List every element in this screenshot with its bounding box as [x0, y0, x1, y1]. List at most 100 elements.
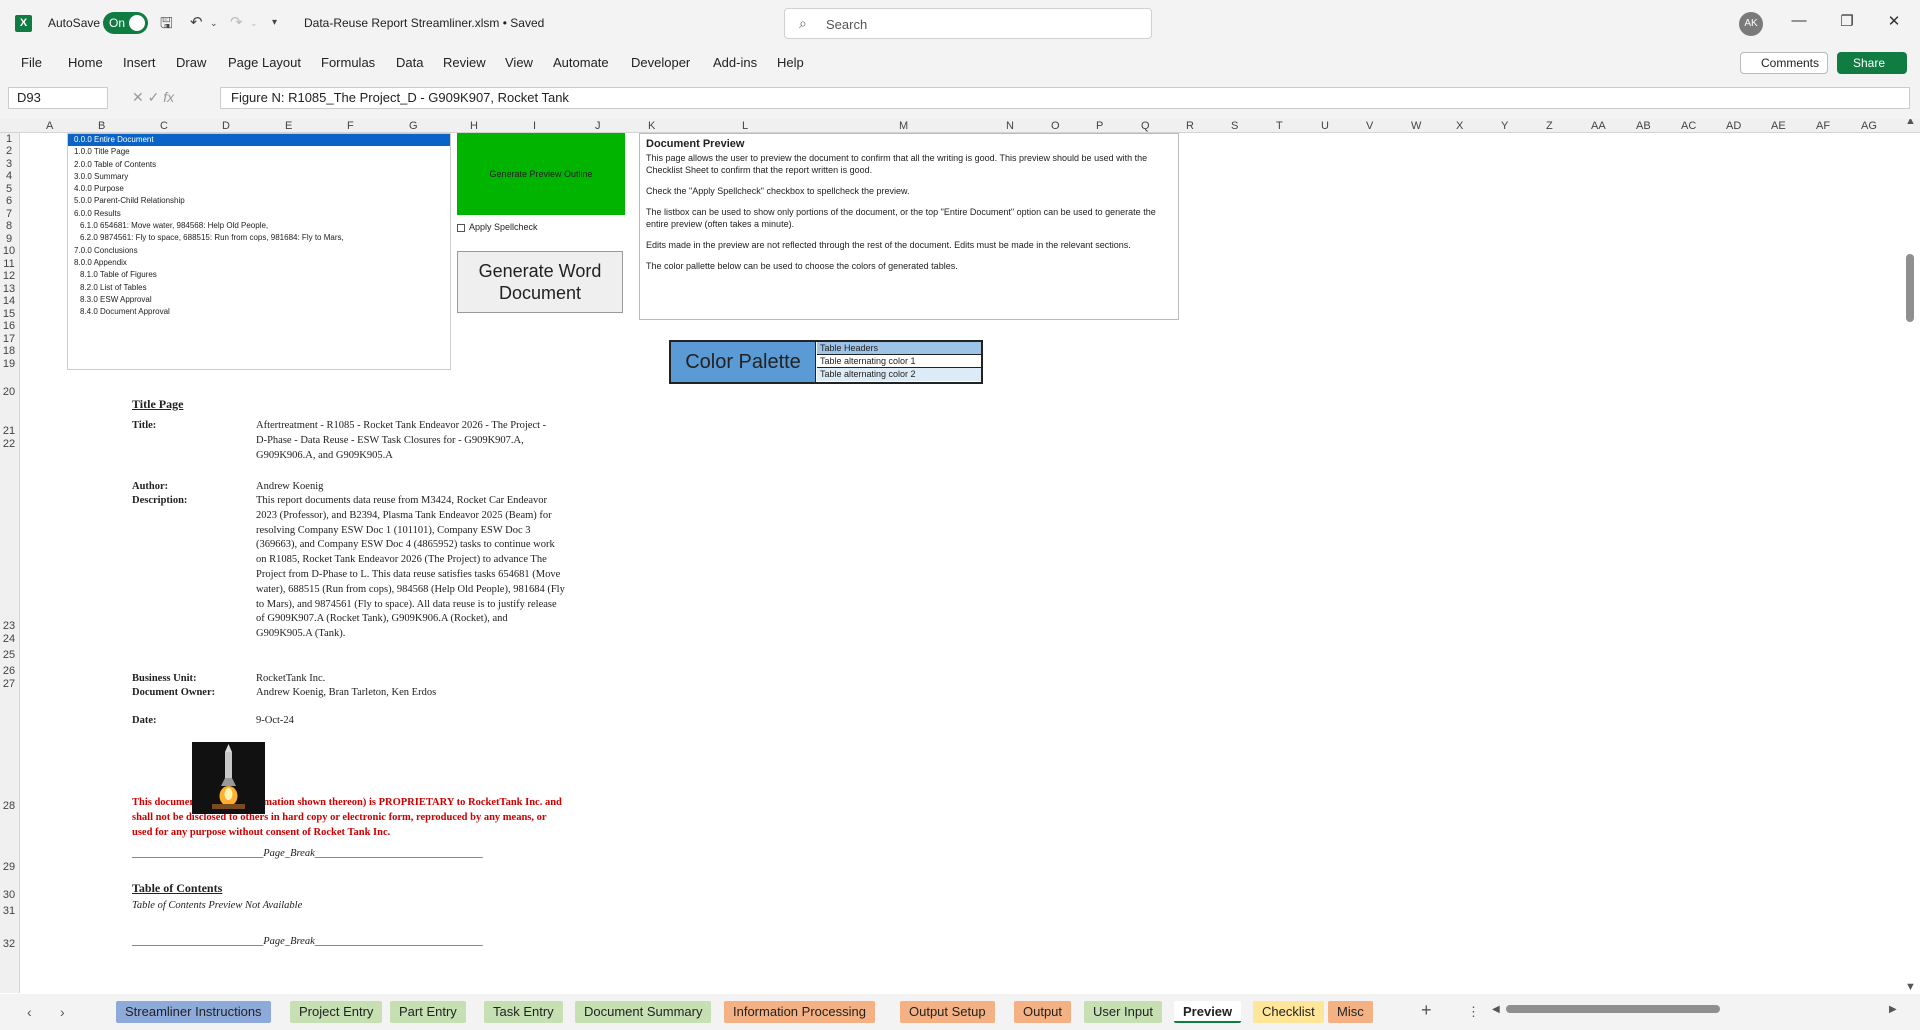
menu-data[interactable]: Data [396, 55, 423, 70]
column-header[interactable]: D [222, 120, 230, 132]
column-header[interactable]: B [98, 120, 105, 132]
column-header[interactable]: S [1231, 120, 1238, 132]
add-sheet-icon[interactable]: + [1421, 1000, 1432, 1021]
column-header[interactable]: M [899, 120, 908, 132]
sheet-tab[interactable]: Task Entry [484, 1001, 563, 1023]
row-header[interactable]: 16 [0, 320, 18, 332]
row-header[interactable]: 12 [0, 270, 18, 282]
row-header[interactable]: 10 [0, 245, 18, 257]
row-header[interactable]: 4 [0, 170, 18, 182]
row-header[interactable]: 17 [0, 333, 18, 345]
column-header[interactable]: Q [1141, 120, 1150, 132]
comments-button[interactable]: Comments [1740, 52, 1828, 74]
listbox-item[interactable]: 6.0.0 Results [68, 208, 450, 220]
menu-review[interactable]: Review [443, 55, 486, 70]
document-title[interactable]: Data-Reuse Report Streamliner.xlsm • Sav… [304, 16, 544, 30]
listbox-item[interactable]: 8.2.0 List of Tables [68, 282, 450, 294]
menu-automate[interactable]: Automate [553, 55, 609, 70]
row-header[interactable]: 3 [0, 158, 18, 170]
row-header[interactable]: 26 [0, 665, 18, 677]
column-header[interactable]: AC [1681, 120, 1696, 132]
formula-controls-icon[interactable]: ✕ ✓ fx [132, 89, 174, 106]
autosave-toggle[interactable]: On [103, 12, 148, 34]
undo-icon[interactable]: ↶ [190, 13, 203, 31]
menu-developer[interactable]: Developer [631, 55, 690, 70]
menu-help[interactable]: Help [777, 55, 804, 70]
scroll-down-icon[interactable]: ▼ [1905, 981, 1916, 993]
row-header[interactable]: 32 [0, 938, 18, 950]
column-header[interactable]: C [160, 120, 168, 132]
redo-dropdown-icon[interactable]: ⌄ [250, 18, 258, 29]
column-header[interactable]: K [648, 120, 655, 132]
column-header[interactable]: O [1051, 120, 1060, 132]
palette-table-headers[interactable]: Table Headers [817, 342, 981, 355]
listbox-item[interactable]: 6.2.0 9874561: Fly to space, 688515: Run… [68, 232, 450, 244]
scroll-left-icon[interactable]: ◀ [1492, 1004, 1500, 1015]
column-header[interactable]: AA [1591, 120, 1606, 132]
name-box[interactable]: D93 [8, 87, 108, 109]
listbox-item[interactable]: 3.0.0 Summary [68, 171, 450, 183]
sheet-tab[interactable]: Document Summary [575, 1001, 712, 1023]
menu-view[interactable]: View [505, 55, 533, 70]
row-header[interactable]: 22 [0, 438, 18, 450]
menu-formulas[interactable]: Formulas [321, 55, 375, 70]
listbox-item[interactable]: 0.0.0 Entire Document [68, 134, 450, 147]
column-header[interactable]: P [1096, 120, 1103, 132]
listbox-item[interactable]: 8.1.0 Table of Figures [68, 269, 450, 281]
column-header[interactable]: L [742, 120, 748, 132]
minimize-icon[interactable]: — [1789, 12, 1809, 29]
column-header[interactable]: Y [1501, 120, 1508, 132]
more-options-icon[interactable]: ⋮ [1467, 1004, 1480, 1020]
listbox-item[interactable]: 8.4.0 Document Approval [68, 306, 450, 318]
row-header[interactable]: 31 [0, 905, 18, 917]
row-header[interactable]: 8 [0, 220, 18, 232]
row-header[interactable]: 15 [0, 308, 18, 320]
row-header[interactable]: 5 [0, 183, 18, 195]
listbox-item[interactable]: 8.0.0 Appendix [68, 257, 450, 269]
column-header[interactable]: Z [1546, 120, 1553, 132]
sheet-tab[interactable]: Misc [1328, 1001, 1373, 1023]
sheet-tab[interactable]: Output [1014, 1001, 1072, 1023]
sheet-tab[interactable]: Output Setup [900, 1001, 995, 1023]
row-header[interactable]: 1 [0, 133, 18, 145]
formula-input[interactable]: Figure N: R1085_The Project_D - G909K907… [220, 87, 1910, 109]
palette-alt-color-2[interactable]: Table alternating color 2 [817, 368, 981, 381]
row-header[interactable]: 6 [0, 195, 18, 207]
listbox-item[interactable]: 2.0.0 Table of Contents [68, 159, 450, 171]
column-header[interactable]: J [595, 120, 601, 132]
column-header[interactable]: AF [1816, 120, 1830, 132]
row-header[interactable]: 2 [0, 145, 18, 157]
column-header[interactable]: R [1186, 120, 1194, 132]
row-header[interactable]: 23 [0, 620, 18, 632]
column-header[interactable]: T [1276, 120, 1283, 132]
column-header[interactable]: U [1321, 120, 1329, 132]
sheet-tab[interactable]: Project Entry [290, 1001, 383, 1023]
next-sheet-icon[interactable]: › [60, 1004, 65, 1020]
palette-alt-color-1[interactable]: Table alternating color 1 [817, 355, 981, 368]
column-header[interactable]: X [1456, 120, 1463, 132]
close-icon[interactable]: ✕ [1884, 12, 1904, 30]
column-header[interactable]: H [470, 120, 478, 132]
row-header[interactable]: 11 [0, 258, 18, 270]
row-header[interactable]: 24 [0, 633, 18, 645]
search-box[interactable]: ⌕ Search [784, 8, 1152, 39]
vertical-scrollbar[interactable] [1906, 254, 1914, 322]
sheet-tab[interactable]: Streamliner Instructions [116, 1001, 271, 1023]
column-header[interactable]: V [1366, 120, 1373, 132]
customize-toolbar-icon[interactable]: ▾ [272, 17, 277, 28]
worksheet-grid[interactable]: A B C D E F G H I J K L M N O P Q R S T U V W X Y Z AA AB AC AD AE AF AG… [0, 119, 1920, 994]
column-header[interactable]: W [1411, 120, 1421, 132]
scroll-up-icon[interactable]: ▲ [1905, 119, 1916, 127]
column-header[interactable]: E [285, 120, 292, 132]
column-header[interactable]: I [533, 120, 536, 132]
section-listbox[interactable]: 0.0.0 Entire Document 1.0.0 Title Page 2.0… [67, 133, 451, 370]
row-header[interactable]: 30 [0, 889, 18, 901]
row-header[interactable]: 7 [0, 208, 18, 220]
row-header[interactable]: 25 [0, 649, 18, 661]
column-header[interactable]: AB [1636, 120, 1651, 132]
menu-file[interactable]: File [21, 55, 42, 70]
menu-insert[interactable]: Insert [123, 55, 156, 70]
sheet-tab[interactable]: Part Entry [390, 1001, 466, 1023]
row-header[interactable]: 29 [0, 861, 18, 873]
menu-page-layout[interactable]: Page Layout [228, 55, 301, 70]
